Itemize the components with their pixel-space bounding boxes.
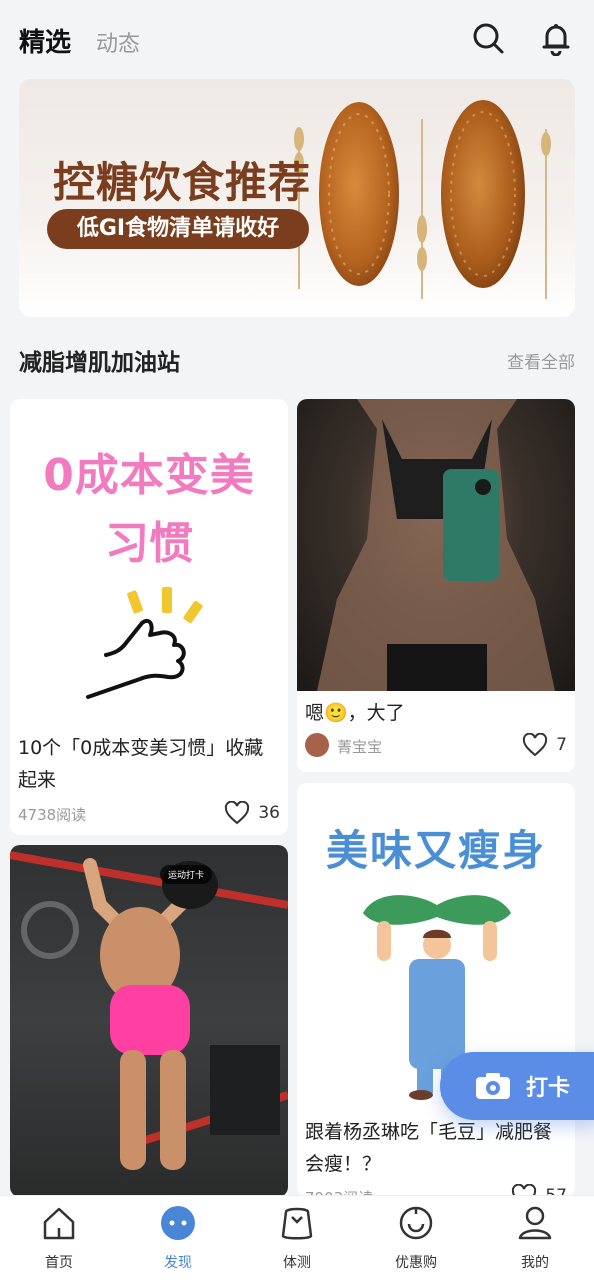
heart-icon xyxy=(225,801,250,825)
wheat-decoration xyxy=(541,129,551,299)
view-all-link[interactable]: 查看全部 xyxy=(507,348,575,373)
nav-home[interactable]: 首页 xyxy=(9,1204,109,1272)
card-title: 10个「0成本变美习惯」收藏起来 xyxy=(18,737,264,791)
section-title: 减脂增肌加油站 xyxy=(19,350,180,376)
home-icon xyxy=(43,1207,75,1240)
profile-icon xyxy=(518,1206,552,1240)
card-art-text: 习惯 xyxy=(105,518,193,569)
post-card[interactable]: 0成本变美 习惯 10个「0成本变美习惯」收藏起来 4738阅读 36 xyxy=(10,399,288,835)
banner-title: 控糖饮食推荐 xyxy=(53,158,312,207)
bell-icon[interactable] xyxy=(538,20,574,57)
post-photo xyxy=(297,399,575,691)
discover-icon xyxy=(161,1206,195,1240)
nav-profile[interactable]: 我的 xyxy=(485,1204,585,1272)
card-title: 跟着杨丞琳吃「毛豆」减肥餐会瘦！？ xyxy=(305,1121,553,1175)
post-card[interactable]: 嗯🙂，大了 菁宝宝 7 xyxy=(297,399,575,772)
coupon-icon xyxy=(399,1206,433,1240)
card-art-text: 0成本变美 xyxy=(43,450,255,501)
promo-banner[interactable]: 控糖饮食推荐 低GI食物清单请收好 xyxy=(19,79,575,317)
like-button[interactable]: 7 xyxy=(522,733,567,757)
bottom-nav: 首页 发现 体测 优惠购 我的 xyxy=(0,1195,594,1280)
like-button[interactable]: 36 xyxy=(224,801,280,825)
like-count: 7 xyxy=(556,735,567,755)
nav-label: 发现 xyxy=(164,1255,192,1271)
camera-icon xyxy=(476,1073,510,1099)
search-icon[interactable] xyxy=(470,20,506,56)
post-card[interactable]: 美味又瘦身 跟着杨丞琳吃「毛豆」减肥餐会瘦！？ 7903阅读 57 xyxy=(297,783,575,1197)
tab-featured[interactable]: 精选 xyxy=(19,22,71,59)
thumbs-up-illustration xyxy=(86,587,203,699)
nav-label: 我的 xyxy=(521,1255,549,1271)
bread-image xyxy=(441,100,525,288)
nav-coupon[interactable]: 优惠购 xyxy=(366,1204,466,1272)
post-card[interactable]: 运动打卡 xyxy=(10,845,288,1197)
body-test-icon xyxy=(281,1207,313,1240)
nav-body-test[interactable]: 体测 xyxy=(247,1204,347,1272)
nav-discover[interactable]: 发现 xyxy=(128,1204,228,1272)
nav-label: 优惠购 xyxy=(395,1255,437,1271)
card-title: 嗯🙂，大了 xyxy=(305,702,405,724)
heart-icon xyxy=(523,733,548,757)
read-count: 4738阅读 xyxy=(18,806,87,824)
bread-image xyxy=(319,102,399,286)
card-art-text: 美味又瘦身 xyxy=(325,826,546,875)
avatar xyxy=(305,733,329,757)
photo-tag: 运动打卡 xyxy=(160,865,213,884)
like-count: 36 xyxy=(258,803,280,823)
top-header: 精选 动态 xyxy=(0,0,594,78)
author-name: 菁宝宝 xyxy=(337,738,383,756)
nav-label: 首页 xyxy=(45,1255,73,1271)
nav-label: 体测 xyxy=(283,1255,311,1271)
check-in-button[interactable]: 打卡 xyxy=(440,1052,594,1120)
wheat-decoration xyxy=(417,119,427,299)
post-photo: 运动打卡 xyxy=(10,845,288,1197)
banner-subtitle: 低GI食物清单请收好 xyxy=(47,209,309,249)
check-in-label: 打卡 xyxy=(526,1076,571,1101)
tab-moments[interactable]: 动态 xyxy=(96,26,140,58)
